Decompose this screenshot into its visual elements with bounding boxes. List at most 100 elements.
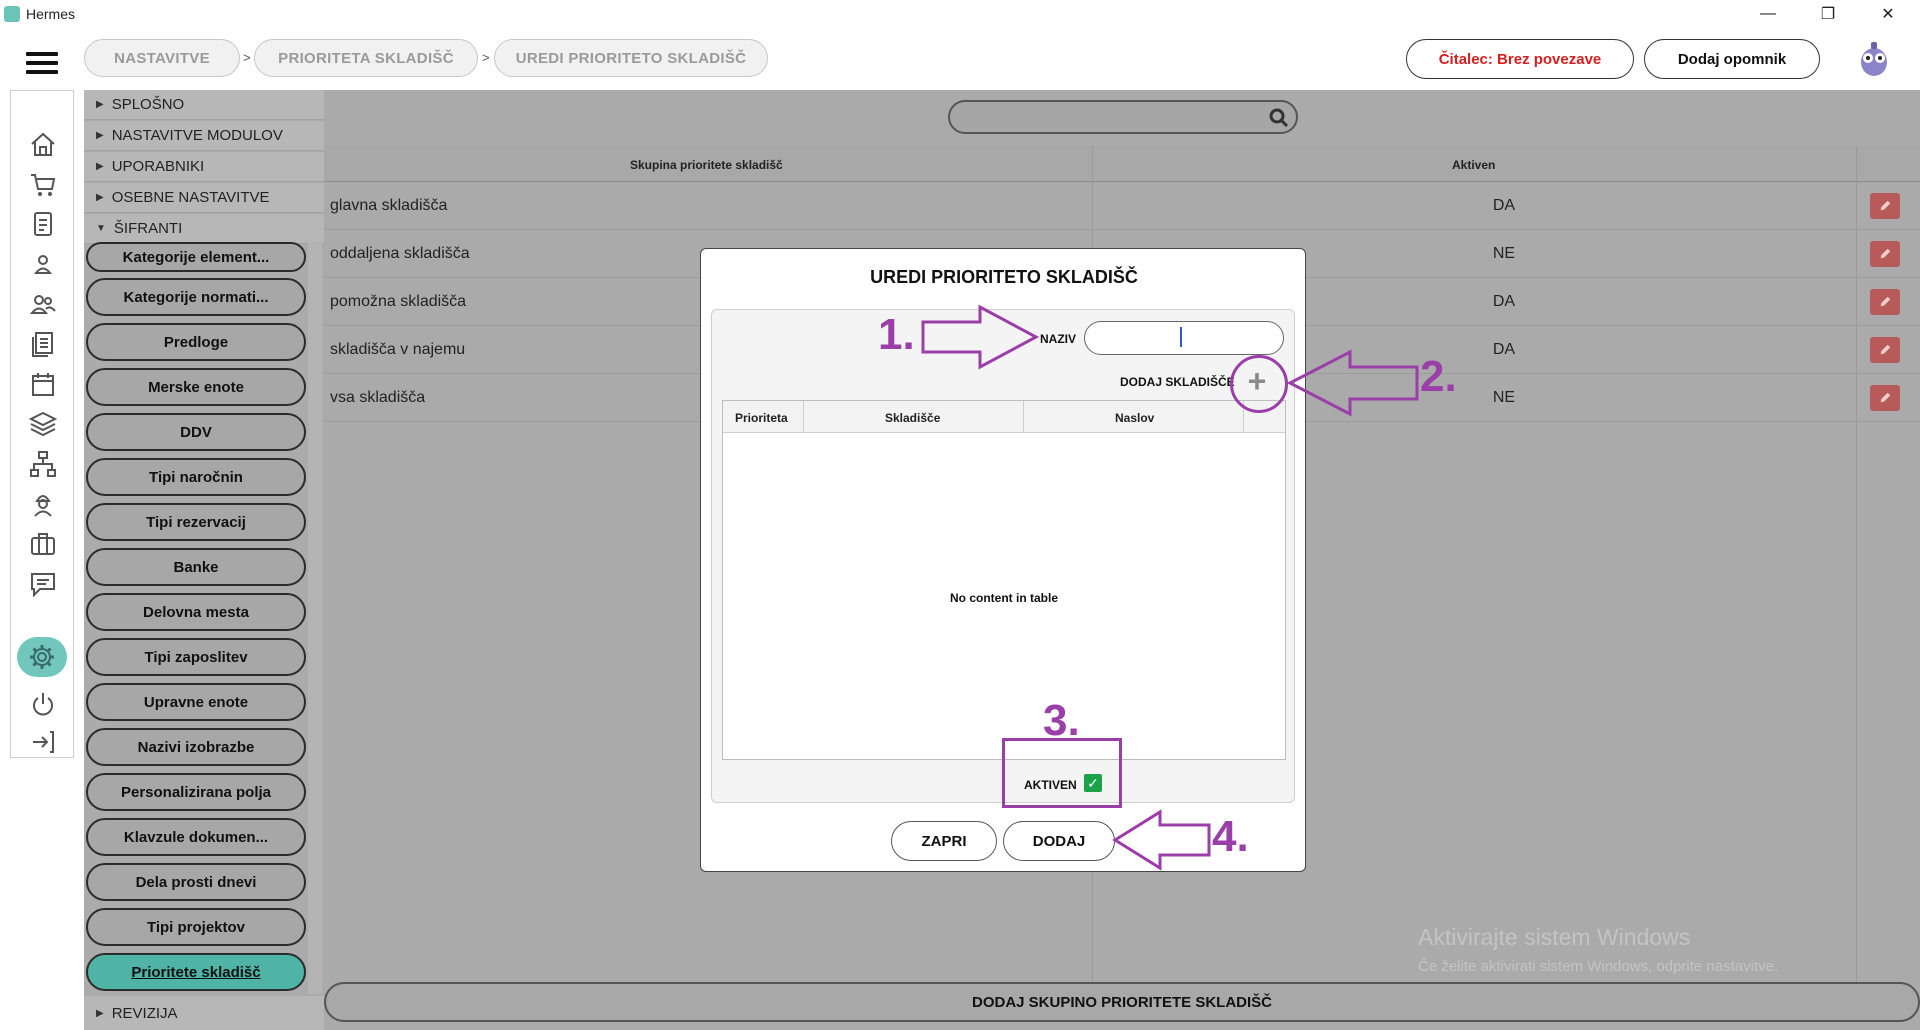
breadcrumb-prioriteta[interactable]: PRIORITETA SKLADIŠČ [254,39,478,77]
add-button[interactable]: DODAJ [1003,821,1115,861]
item-kategorije-elementov[interactable]: Kategorije element... [86,242,306,272]
item-dela-prosti-dnevi[interactable]: Dela prosti dnevi [86,863,306,901]
table-row[interactable]: glavna skladišča DA [324,182,1920,230]
worker-icon[interactable] [28,489,58,519]
breadcrumb-current[interactable]: UREDI PRIORITETO SKLADIŠČ [494,39,768,77]
edit-button[interactable] [1870,289,1900,315]
reader-status-button[interactable]: Čitalec: Brez povezave [1406,39,1634,79]
edit-button[interactable] [1870,193,1900,219]
section-label: NASTAVITVE MODULOV [111,127,283,144]
column-header-address[interactable]: Naslov [1115,411,1154,425]
column-header-active[interactable]: Aktiven [1452,158,1495,172]
search-box[interactable] [948,100,1298,134]
item-tipi-narocnin[interactable]: Tipi naročnin [86,458,306,496]
edit-button[interactable] [1870,241,1900,267]
section-label: UPORABNIKI [111,158,205,175]
power-icon[interactable] [28,689,58,719]
column-divider [1023,401,1024,433]
expand-arrow-icon: ▶ [96,192,104,203]
naziv-label: NAZIV [1040,332,1076,346]
menu-icon[interactable] [26,52,58,74]
section-label: SPLOŠNO [111,96,185,113]
section-revizija[interactable]: ▶ REVIZIJA [84,996,324,1030]
naziv-input[interactable] [1084,321,1284,355]
section-label: REVIZIJA [111,1004,178,1022]
cart-icon[interactable] [28,169,58,199]
column-header-warehouse[interactable]: Skladišče [885,411,940,425]
logout-icon[interactable] [28,727,58,757]
user-icon[interactable] [28,249,58,279]
item-delovna-mesta[interactable]: Delovna mesta [86,593,306,631]
item-klavzule-dokumentov[interactable]: Klavzule dokumen... [86,818,306,856]
layers-icon[interactable] [28,409,58,439]
pencil-icon [1880,392,1891,403]
item-banke[interactable]: Banke [86,548,306,586]
users-icon[interactable] [28,289,58,319]
add-reminder-button[interactable]: Dodaj opomnik [1644,39,1820,79]
item-ddv[interactable]: DDV [86,413,306,451]
annotation-2-circle [1230,355,1288,413]
section-label: OSEBNE NASTAVITVE [111,189,270,206]
edit-button[interactable] [1870,385,1900,411]
row-name: oddaljena skladišča [330,245,470,262]
item-upravne-enote[interactable]: Upravne enote [86,683,306,721]
row-active: DA [1492,341,1516,358]
item-merske-enote[interactable]: Merske enote [86,368,306,406]
item-tipi-projektov[interactable]: Tipi projektov [86,908,306,946]
add-priority-group-button[interactable]: DODAJ SKUPINO PRIORITETE SKLADIŠČ [324,982,1920,1022]
column-header-priority[interactable]: Prioriteta [735,411,788,425]
search-input[interactable] [962,106,1252,128]
list-icon[interactable] [28,329,58,359]
annotation-4-label: 4. [1212,812,1249,861]
row-name: skladišča v najemu [330,341,466,358]
item-tipi-rezervacij[interactable]: Tipi rezervacij [86,503,306,541]
text-caret [1180,327,1182,347]
section-splosno[interactable]: ▶ SPLOŠNO [84,90,324,120]
warehouse-table-header: Prioriteta Skladišče Naslov [723,401,1285,433]
chat-icon[interactable] [28,569,58,599]
home-icon[interactable] [28,129,58,159]
document-icon[interactable] [28,209,58,239]
collapse-arrow-icon: ▼ [96,223,106,234]
section-osebne-nastavitve[interactable]: ▶ OSEBNE NASTAVITVE [84,183,324,213]
item-prioritete-skladisc[interactable]: Prioritete skladišč [86,953,306,991]
empty-table-message: No content in table [950,591,1058,605]
panel-scrollbar[interactable] [308,242,322,994]
section-uporabniki[interactable]: ▶ UPORABNIKI [84,152,324,182]
item-personalizirana-polja[interactable]: Personalizirana polja [86,773,306,811]
hierarchy-icon[interactable] [28,449,58,479]
section-nastavitve-modulov[interactable]: ▶ NASTAVITVE MODULOV [84,121,324,151]
item-predloge[interactable]: Predloge [86,323,306,361]
pencil-icon [1880,296,1891,307]
edit-button[interactable] [1870,337,1900,363]
row-active: DA [1492,293,1516,310]
close-window-button[interactable]: ✕ [1860,0,1916,28]
section-label: ŠIFRANTI [113,220,183,237]
column-header-group[interactable]: Skupina prioritete skladišč [630,158,783,172]
settings-highlight[interactable] [17,637,67,677]
briefcase-icon[interactable] [28,529,58,559]
dialog-title: UREDI PRIORITETO SKLADIŠČ [870,267,1138,287]
pencil-icon [1880,248,1891,259]
breadcrumb-separator: > [482,50,490,65]
close-button[interactable]: ZAPRI [891,821,997,861]
warehouse-table: Prioriteta Skladišče Naslov No content i… [722,400,1286,760]
search-icon[interactable] [1268,107,1290,129]
restore-button[interactable]: ❐ [1800,0,1856,28]
dialog-body: NAZIV DODAJ SKLADIŠČE + Prioriteta Sklad… [711,309,1295,803]
breadcrumb-nastavitve[interactable]: NASTAVITVE [84,39,240,77]
windows-activation-title: Aktivirajte sistem Windows [1418,924,1691,950]
row-name: vsa skladišča [330,389,426,406]
calendar-icon[interactable] [28,369,58,399]
avatar[interactable] [1856,38,1892,78]
section-sifranti[interactable]: ▼ ŠIFRANTI [84,214,324,244]
minimize-button[interactable]: — [1740,0,1796,28]
app-header: NASTAVITVE > PRIORITETA SKLADIŠČ > UREDI… [0,28,1920,88]
row-active: NE [1492,389,1516,406]
expand-arrow-icon: ▶ [96,1007,104,1019]
item-nazivi-izobrazbe[interactable]: Nazivi izobrazbe [86,728,306,766]
item-tipi-zaposlitev[interactable]: Tipi zaposlitev [86,638,306,676]
title-bar: Hermes — ❐ ✕ [0,0,1920,28]
item-kategorije-normativov[interactable]: Kategorije normati... [86,278,306,316]
row-active: NE [1492,245,1516,262]
